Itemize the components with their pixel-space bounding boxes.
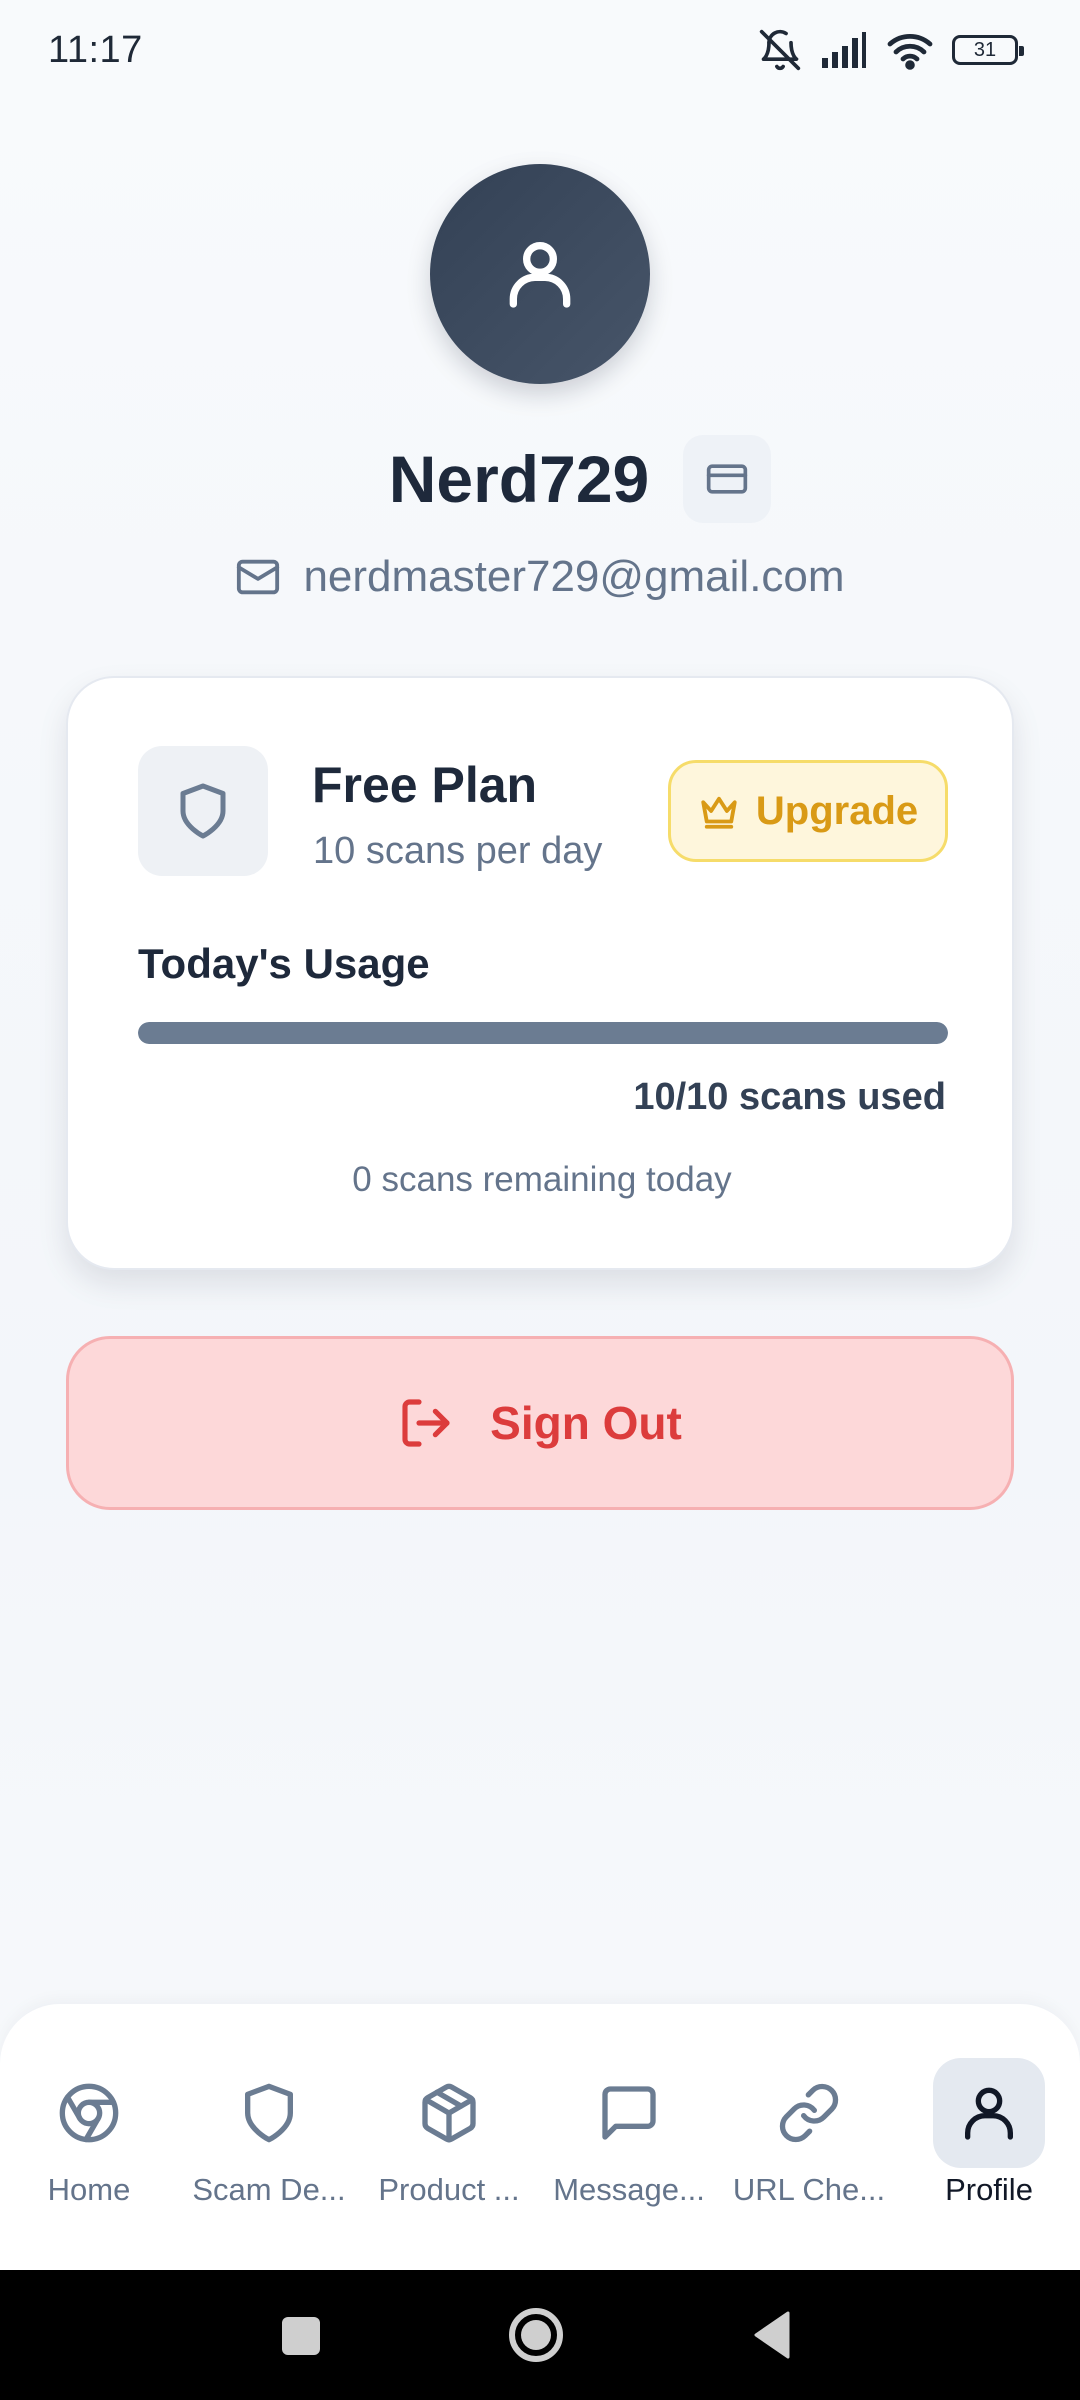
name-row: Nerd729 — [0, 435, 1080, 523]
back-button[interactable] — [748, 2305, 794, 2365]
scans-remaining: 0 scans remaining today — [352, 1160, 732, 1199]
plan-icon-box — [138, 746, 268, 876]
email-address: nerdmaster729@gmail.com — [303, 552, 845, 601]
sign-out-label: Sign Out — [490, 1397, 682, 1449]
nav-label-scam-detector: Scam De... — [192, 2172, 346, 2207]
nav-label-profile: Profile — [945, 2172, 1033, 2207]
bell-off-icon — [759, 29, 801, 71]
home-button[interactable] — [506, 2305, 566, 2365]
usage-count: 10/10 scans used — [633, 1076, 946, 1118]
status-bar: 11:17 31 — [0, 0, 1080, 100]
nav-label-url-checker: URL Che... — [732, 2172, 886, 2207]
battery-level: 31 — [973, 38, 997, 61]
status-time: 11:17 — [48, 28, 143, 71]
log-out-icon — [402, 1399, 450, 1447]
mail-icon — [237, 559, 280, 595]
message-square-icon — [602, 2086, 656, 2140]
signal-icon — [822, 32, 866, 68]
nav-item-message[interactable]: Message... — [544, 2058, 714, 2218]
status-icons: 31 — [758, 28, 1024, 72]
upgrade-label: Upgrade — [755, 788, 919, 833]
box-icon — [422, 2083, 476, 2143]
subscription-card-button[interactable] — [683, 435, 772, 523]
sign-out-button[interactable]: Sign Out — [66, 1336, 1014, 1510]
nav-item-url-checker[interactable]: URL Che... — [724, 2058, 894, 2218]
battery-indicator: 31 — [952, 35, 1024, 65]
nav-item-scam-detector[interactable]: Scam De... — [184, 2058, 354, 2218]
chrome-icon — [59, 2083, 119, 2143]
back-triangle-icon — [754, 2311, 790, 2359]
credit-card-icon — [707, 464, 748, 494]
nav-item-home[interactable]: Home — [4, 2058, 174, 2218]
bottom-nav: Home Scam De... Product ... Message... U… — [0, 2004, 1080, 2270]
usage-progress-fill — [138, 1022, 948, 1044]
user-icon — [965, 2087, 1013, 2140]
nav-item-profile[interactable]: Profile — [904, 2058, 1074, 2218]
nav-item-product[interactable]: Product ... — [364, 2058, 534, 2218]
plan-card: Free Plan 10 scans per day Upgrade Today… — [66, 676, 1014, 1270]
username: Nerd729 — [388, 442, 650, 516]
wifi-icon — [887, 33, 933, 70]
profile-screen: 11:17 31 Nerd729 nerdmaster729@gmail.com… — [0, 0, 1080, 2400]
nav-label-message: Message... — [553, 2172, 705, 2207]
crown-icon — [701, 796, 737, 829]
avatar[interactable] — [430, 164, 650, 384]
shield-icon — [180, 783, 226, 839]
plan-name: Free Plan — [312, 757, 538, 813]
upgrade-button[interactable]: Upgrade — [668, 760, 948, 862]
user-icon — [509, 242, 571, 308]
email-row: nerdmaster729@gmail.com — [0, 552, 1080, 602]
usage-title: Today's Usage — [138, 940, 430, 987]
plan-description: 10 scans per day — [313, 830, 603, 872]
system-nav-bar — [0, 2270, 1080, 2400]
nav-label-home: Home — [47, 2172, 131, 2207]
recent-apps-button[interactable] — [278, 2305, 324, 2365]
link-icon — [779, 2083, 839, 2143]
usage-progress-bar — [138, 1022, 948, 1044]
square-icon — [282, 2317, 320, 2355]
home-circle-icon — [509, 2308, 563, 2362]
shield-icon — [245, 2083, 293, 2143]
nav-label-product: Product ... — [378, 2172, 520, 2207]
